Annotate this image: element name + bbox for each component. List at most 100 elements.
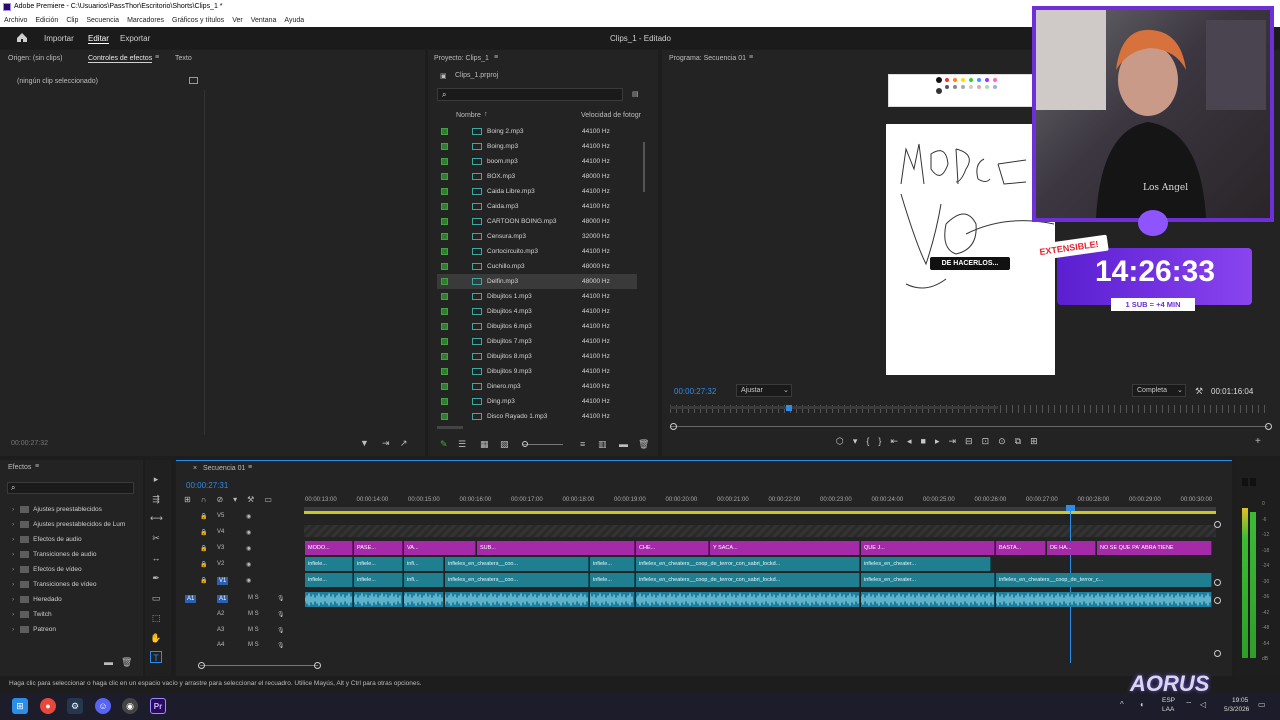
timeline-timecode[interactable]: 00:00:27:31 (186, 481, 228, 490)
nest-icon[interactable]: ⊞ (184, 495, 201, 504)
effects-delete-icon[interactable]: 🗑 (121, 657, 132, 668)
video-track-label[interactable]: V3 (217, 545, 224, 551)
clock-date[interactable]: 5/3/2026 (1224, 706, 1249, 713)
expand-chevron-icon[interactable]: › (12, 581, 14, 588)
project-file-row[interactable]: Dibujitos 4.mp3 44100 Hz (437, 304, 637, 319)
mark-in-icon[interactable]: ▾ (853, 436, 867, 446)
timeline-settings-icon[interactable]: ⚒ (247, 495, 264, 504)
expand-chevron-icon[interactable]: › (12, 506, 14, 513)
effects-new-bin-icon[interactable]: ▬ (104, 657, 113, 667)
tab-editar[interactable]: Editar (88, 34, 109, 44)
voiceover-mic-icon[interactable]: 🎙 (277, 595, 285, 602)
project-file-row[interactable]: Cuchillo.mp3 48000 Hz (437, 259, 637, 274)
wifi-icon[interactable]: ⌔ (1185, 700, 1193, 710)
effects-folder-item[interactable]: › Heredado (12, 592, 62, 607)
tray-mic-icon[interactable]: ◐ (1140, 700, 1145, 709)
label-color-icon[interactable] (441, 383, 448, 390)
mute-solo-buttons[interactable]: M S (248, 642, 259, 648)
mark-out-icon[interactable]: { (866, 436, 878, 446)
project-file-row[interactable]: Caida Libre.mp3 44100 Hz (437, 184, 637, 199)
label-color-icon[interactable] (441, 218, 448, 225)
label-color-icon[interactable] (441, 263, 448, 270)
label-color-icon[interactable] (441, 353, 448, 360)
slip-tool-icon[interactable]: ↔ (150, 552, 162, 564)
project-file-row[interactable]: Boing.mp3 44100 Hz (437, 139, 637, 154)
effect-controls-tab[interactable]: Controles de efectos (88, 55, 153, 63)
chrome-icon[interactable]: ● (40, 698, 56, 714)
project-menu-icon[interactable]: ≡ (494, 54, 498, 61)
pen-tool-icon[interactable]: ✒ (150, 572, 162, 584)
v2-video-clip[interactable]: infiele... (354, 557, 403, 571)
project-file-row[interactable]: boom.mp3 44100 Hz (437, 154, 637, 169)
snap-icon[interactable]: ∩ (201, 495, 217, 504)
program-playhead[interactable] (786, 405, 792, 411)
source-origin-tab[interactable]: Origen: (sin clips) (8, 55, 62, 62)
effects-folder-item[interactable]: › Transiciones de audio (12, 547, 97, 562)
add-marker-icon[interactable]: ⬡ (836, 436, 853, 446)
hand-tool-icon[interactable]: ✋ (150, 632, 162, 644)
new-bin-bottom-icon[interactable]: ▬ (619, 439, 628, 449)
play-icon[interactable]: ▸ (935, 436, 949, 446)
video-track-label[interactable]: V2 (217, 561, 224, 567)
expand-chevron-icon[interactable]: › (12, 551, 14, 558)
a1-audio-clip[interactable] (636, 592, 860, 607)
effects-title[interactable]: Efectos (8, 464, 31, 471)
v2-video-clip[interactable]: infieles_en_cheaters__coop_de_terror_con… (636, 557, 860, 571)
program-menu-icon[interactable]: ≡ (749, 54, 753, 61)
v3-title-clip[interactable]: DE HA... (1047, 541, 1096, 555)
expand-chevron-icon[interactable]: › (12, 626, 14, 633)
label-color-icon[interactable] (441, 158, 448, 165)
discord-icon[interactable]: ☺ (95, 698, 111, 714)
expand-chevron-icon[interactable]: › (12, 611, 14, 618)
razor-tool-icon[interactable]: ✂ (150, 532, 162, 544)
v2-video-clip[interactable]: infiele... (590, 557, 635, 571)
project-file-row[interactable]: CARTOON BOING.mp3 48000 Hz (437, 214, 637, 229)
lang-label[interactable]: ESP (1162, 697, 1175, 704)
project-scrollbar[interactable] (643, 142, 645, 192)
timeline-menu-icon[interactable]: ≡ (248, 464, 252, 471)
zoom-fit-select[interactable]: Ajustar ⌄ (736, 384, 792, 397)
a1-audio-clip[interactable] (404, 592, 444, 607)
stop-icon[interactable]: ■ (921, 436, 935, 446)
program-scrollbar[interactable] (670, 426, 1268, 427)
label-color-icon[interactable] (441, 233, 448, 240)
step-back-icon[interactable]: ⇤ (890, 436, 907, 446)
project-file-row[interactable]: Delfin.mp3 48000 Hz (437, 274, 637, 289)
v3-title-clip[interactable]: VA... (404, 541, 476, 555)
mute-solo-buttons[interactable]: M S (248, 611, 259, 617)
lift-icon[interactable]: ⊟ (965, 436, 982, 446)
v3-title-clip[interactable]: Y SACA... (710, 541, 860, 555)
project-file-row[interactable]: Dibujitos 9.mp3 44100 Hz (437, 364, 637, 379)
timeline-hscroll[interactable] (200, 665, 318, 666)
steam-icon[interactable]: ⚙ (67, 698, 83, 714)
track-lock-icon[interactable]: 🔒 (200, 577, 207, 584)
track-eye-icon[interactable]: ◉ (246, 545, 251, 552)
rectangle-select-tool-icon[interactable]: ⬚ (150, 612, 162, 624)
label-color-icon[interactable] (441, 308, 448, 315)
tray-chevron-icon[interactable]: ^ (1120, 700, 1124, 709)
export-frame-icon[interactable]: ⇥ (382, 438, 390, 449)
audio-track-label[interactable]: A3 (217, 627, 224, 633)
tab-importar[interactable]: Importar (44, 34, 74, 43)
scroll-right-handle[interactable] (1265, 423, 1272, 430)
v1-video-clip[interactable]: infieles_en_cheater... (861, 573, 995, 587)
v1-video-clip[interactable]: infi... (404, 573, 444, 587)
label-color-icon[interactable] (441, 248, 448, 255)
label-color-icon[interactable] (441, 338, 448, 345)
project-file-row[interactable]: Dibujitos 7.mp3 44100 Hz (437, 334, 637, 349)
project-file-row[interactable]: Dibujitos 6.mp3 44100 Hz (437, 319, 637, 334)
menu-secuencia[interactable]: Secuencia (86, 17, 119, 24)
camera-icon[interactable]: ⊙ (998, 436, 1015, 446)
a1-audio-clip[interactable] (590, 592, 635, 607)
volume-icon[interactable]: ◁ (1200, 700, 1206, 709)
effects-folder-item[interactable]: › Efectos de vídeo (12, 562, 82, 577)
extract-icon[interactable]: ⊡ (982, 436, 999, 446)
voiceover-mic-icon[interactable]: 🎙 (277, 611, 285, 618)
video-track-label[interactable]: V1 (217, 577, 229, 585)
freeform-view-icon[interactable]: ▧ (500, 439, 509, 450)
project-file-row[interactable]: Dinero.mp3 44100 Hz (437, 379, 637, 394)
audio-track-label[interactable]: A4 (217, 642, 224, 648)
expand-chevron-icon[interactable]: › (12, 566, 14, 573)
v1-video-clip[interactable]: infiele... (354, 573, 403, 587)
menu-archivo[interactable]: Archivo (4, 17, 27, 24)
